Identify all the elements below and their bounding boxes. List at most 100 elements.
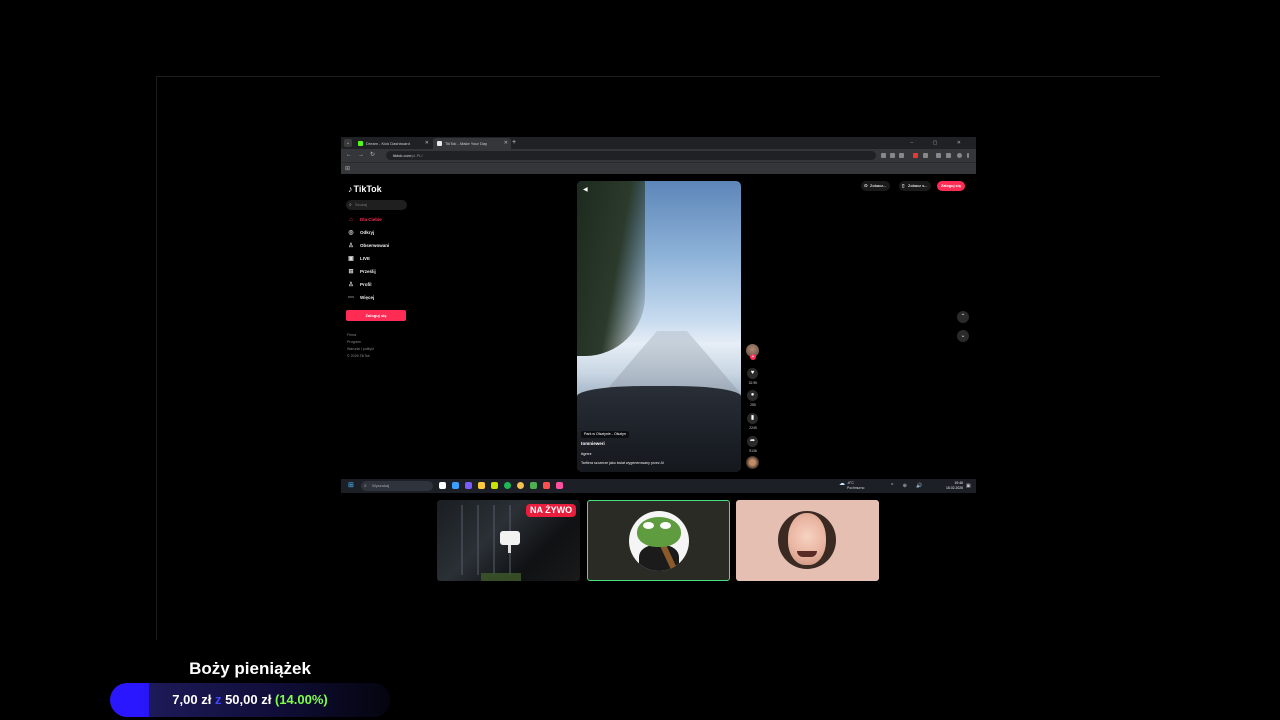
download-icon: ⊙	[864, 183, 868, 188]
more-icon: ⋯	[348, 295, 354, 301]
tiktok-logo[interactable]: ♪TikTok	[348, 184, 382, 194]
video-trees	[577, 181, 645, 356]
nav-item-more[interactable]: ⋯ Więcej	[347, 294, 374, 302]
cloud-icon: ☁	[839, 481, 845, 487]
tiktok-page: ♪TikTok ⌕ Szukaj ⌂ Dla Ciebie ◎ Odkryj ♙ Ob…	[341, 174, 976, 479]
extension-icon[interactable]	[946, 153, 951, 158]
extension-icon[interactable]	[936, 153, 941, 158]
video-player[interactable]: ◀ Park w Olsztynie - Olsztyn tomnieweri …	[577, 181, 741, 472]
extension-icon[interactable]	[923, 153, 928, 158]
window-menu-icon[interactable]: ⌄	[344, 139, 352, 147]
url-path: /pl-PL/	[411, 153, 423, 158]
nav-item-for-you[interactable]: ⌂ Dla Ciebie	[347, 216, 382, 224]
video-location-tag[interactable]: Park w Olsztynie - Olsztyn	[581, 431, 629, 438]
footer-link[interactable]: Warunki i polityki	[347, 347, 374, 352]
save-count: 2249	[749, 426, 757, 430]
frame-border-left	[156, 76, 157, 640]
previous-video-icon[interactable]: ⌃	[957, 311, 969, 323]
url-host: tiktok.com	[393, 153, 412, 158]
follow-plus-icon[interactable]: +	[750, 354, 756, 360]
taskbar-search[interactable]: ⌕ Wyszukaj	[361, 481, 433, 491]
next-video-icon[interactable]: ⌄	[957, 330, 969, 342]
footer-link[interactable]: Program	[347, 340, 361, 345]
tab-bar: ⌄ Dream - Kick Dashboard ✕ TikTok - Make…	[341, 137, 976, 149]
search-input[interactable]: ⌕ Szukaj	[346, 200, 407, 210]
weather-widget[interactable]: ☁ -6°C Pochmurno	[839, 481, 864, 490]
nav-item-following[interactable]: ♙ Obserwowani	[347, 242, 389, 250]
nav-label: Dla Ciebie	[360, 217, 382, 222]
video-username[interactable]: tomnieweri	[581, 441, 605, 446]
avatar-eye	[660, 522, 671, 529]
nav-label: Prześlij	[360, 269, 376, 274]
window-controls[interactable]: – ▢ ✕	[911, 137, 970, 149]
profile-avatar-icon[interactable]	[957, 153, 962, 158]
volume-icon[interactable]: ◀	[583, 186, 588, 193]
tab-label: Dream - Kick Dashboard	[366, 141, 410, 146]
taskbar-clock[interactable]: 19:46 18.02.2026	[941, 481, 963, 490]
sidebar-login-button[interactable]: Zaloguj się	[346, 310, 406, 321]
music-disc-icon[interactable]	[746, 456, 759, 469]
tab-close-icon[interactable]: ✕	[425, 138, 429, 149]
notification-icon[interactable]: ▣	[966, 483, 971, 489]
browser-window: ⌄ Dream - Kick Dashboard ✕ TikTok - Make…	[341, 137, 976, 493]
reload-icon[interactable]: ↻	[370, 149, 375, 162]
desktop-icon: ▯	[902, 183, 905, 188]
new-tab-button[interactable]: +	[512, 137, 516, 149]
app-icon[interactable]	[543, 482, 550, 489]
live-icon: ▣	[348, 256, 354, 262]
search-icon: ⌕	[364, 483, 367, 489]
share-icon[interactable]: ➦	[747, 436, 758, 447]
search-placeholder: Szukaj	[355, 202, 368, 207]
top-login-button[interactable]: Zaloguj się	[937, 181, 965, 191]
tab-tiktok[interactable]: TikTok - Make Your Day ✕	[433, 138, 511, 149]
nav-label: Profil	[360, 282, 372, 287]
get-desktop-app-button[interactable]: ▯ Zobacz s...	[899, 181, 932, 191]
address-bar[interactable]: tiktok.com/pl-PL/	[386, 151, 876, 160]
participant-tile-face[interactable]	[736, 500, 879, 581]
tiktok-note-icon: ♪	[348, 184, 353, 194]
apps-grid-icon[interactable]: ⊞	[345, 165, 350, 173]
chrome-icon[interactable]	[517, 482, 524, 489]
extension-icon[interactable]	[913, 153, 918, 158]
browser-menu-icon[interactable]	[967, 153, 969, 158]
file-explorer-icon[interactable]	[478, 482, 485, 489]
footer-link[interactable]: Firma	[347, 333, 356, 338]
like-icon[interactable]: ♥	[747, 368, 758, 379]
button-label: Zobacz s...	[908, 184, 928, 188]
system-tray[interactable]: ^ ⊕ 🔊	[891, 479, 927, 493]
extension-icon[interactable]	[890, 153, 895, 158]
comment-icon[interactable]: ●	[747, 390, 758, 401]
participant-tile-pepe[interactable]	[587, 500, 730, 581]
avatar-face	[788, 513, 826, 565]
bookmark-star-icon[interactable]	[899, 153, 904, 158]
tab-kick-dashboard[interactable]: Dream - Kick Dashboard ✕	[354, 138, 432, 149]
nav-item-explore[interactable]: ◎ Odkryj	[347, 229, 374, 237]
spotify-icon[interactable]	[504, 482, 511, 489]
avatar-head	[637, 517, 681, 547]
video-hashtag[interactable]: #grrrz	[581, 451, 591, 456]
edge-icon[interactable]	[452, 482, 459, 489]
kick-favicon-icon	[358, 141, 363, 146]
compass-icon: ◎	[348, 230, 354, 236]
windows-start-icon[interactable]: ⊞	[348, 482, 354, 490]
windows-taskbar: ⊞ ⌕ Wyszukaj ☁ -6°C Pochmurno ^ ⊕ 🔊 19:4…	[341, 479, 976, 493]
nav-item-live[interactable]: ▣ LIVE	[347, 255, 370, 263]
button-label: Zobacz...	[870, 184, 887, 188]
get-app-button[interactable]: ⊙ Zobacz...	[861, 181, 891, 191]
back-icon[interactable]: ←	[346, 149, 352, 162]
search-icon: ⌕	[349, 202, 352, 208]
app-icon[interactable]	[556, 482, 563, 489]
task-view-icon[interactable]	[439, 482, 446, 489]
extension-icon[interactable]	[881, 153, 886, 158]
forward-icon[interactable]: →	[358, 149, 364, 162]
bookmark-icon[interactable]: ▮	[747, 413, 758, 424]
home-icon: ⌂	[349, 217, 353, 223]
tab-close-icon[interactable]: ✕	[504, 138, 508, 149]
nav-item-profile[interactable]: ♙ Profil	[347, 281, 372, 289]
nav-item-upload[interactable]: ⊞ Prześlij	[347, 268, 376, 276]
nav-label: Więcej	[360, 295, 375, 300]
frame-border-top	[156, 76, 1160, 77]
app-icon[interactable]	[491, 482, 498, 489]
teams-icon[interactable]	[465, 482, 472, 489]
app-icon[interactable]	[530, 482, 537, 489]
